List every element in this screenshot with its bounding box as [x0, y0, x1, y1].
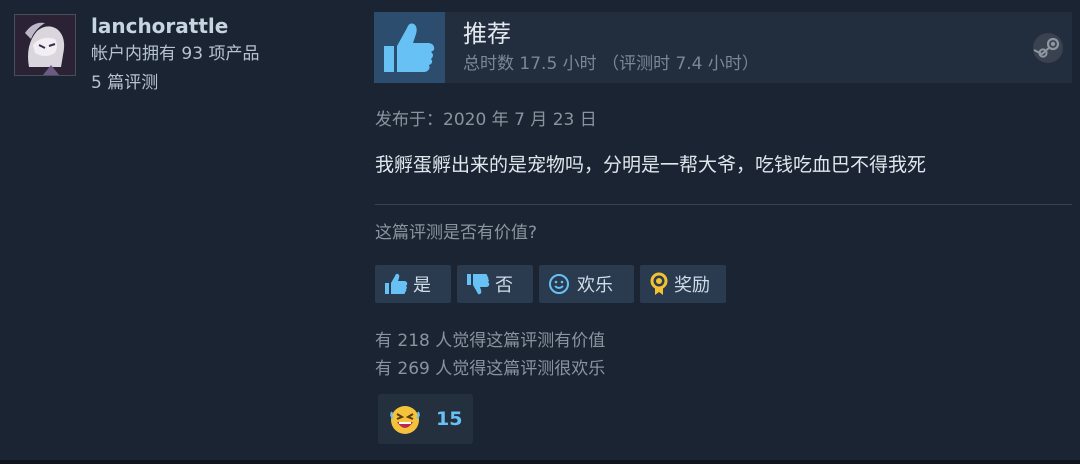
- posted-date: 发布于：2020 年 7 月 23 日: [375, 110, 597, 130]
- review-verdict: 推荐: [463, 20, 511, 48]
- review-hours: 总时数 17.5 小时 （评测时 7.4 小时）: [463, 54, 759, 74]
- author-name[interactable]: lanchorattle: [91, 12, 259, 40]
- smiley-icon: [547, 272, 573, 296]
- vote-funny-button[interactable]: 欢乐: [539, 265, 634, 303]
- award-button[interactable]: 奖励: [640, 265, 726, 303]
- review-content: 我孵蛋孵出来的是宠物吗，分明是一帮大爷，吃钱吃血巴不得我死: [375, 154, 927, 176]
- author-avatar[interactable]: [14, 14, 76, 76]
- thumbs-up-icon: [384, 23, 435, 72]
- helpful-question: 这篇评测是否有价值?: [375, 223, 538, 243]
- vote-no-label: 否: [495, 275, 513, 296]
- vote-yes-button[interactable]: 是: [375, 265, 451, 303]
- laughing-face-icon: [388, 402, 422, 436]
- award-reaction[interactable]: 15: [378, 394, 473, 444]
- author-info: lanchorattle 帐户内拥有 93 项产品 5 篇评测: [91, 12, 259, 98]
- review-header: 推荐 总时数 17.5 小时 （评测时 7.4 小时）: [374, 12, 1072, 83]
- bottom-edge: [0, 460, 1080, 464]
- thumbs-down-icon: [465, 272, 491, 296]
- steam-logo-icon: [1033, 33, 1063, 63]
- award-count: 15: [436, 408, 463, 430]
- helpful-count-line: 有 218 人觉得这篇评测有价值: [375, 331, 606, 351]
- vote-yes-label: 是: [413, 275, 431, 296]
- author-reviews[interactable]: 5 篇评测: [91, 69, 259, 98]
- divider: [375, 204, 1072, 205]
- thumbs-up-icon: [383, 272, 409, 296]
- award-medal-icon: [648, 271, 670, 297]
- vote-funny-label: 欢乐: [577, 275, 613, 296]
- funny-count-line: 有 269 人觉得这篇评测很欢乐: [375, 359, 606, 379]
- verdict-thumb: [374, 12, 445, 83]
- vote-no-button[interactable]: 否: [457, 265, 533, 303]
- award-label: 奖励: [674, 275, 710, 296]
- vote-buttons: 是 否 欢乐 奖励: [375, 265, 726, 303]
- review-stats: 有 218 人觉得这篇评测有价值 有 269 人觉得这篇评测很欢乐: [375, 327, 605, 383]
- author-products[interactable]: 帐户内拥有 93 项产品: [91, 40, 259, 69]
